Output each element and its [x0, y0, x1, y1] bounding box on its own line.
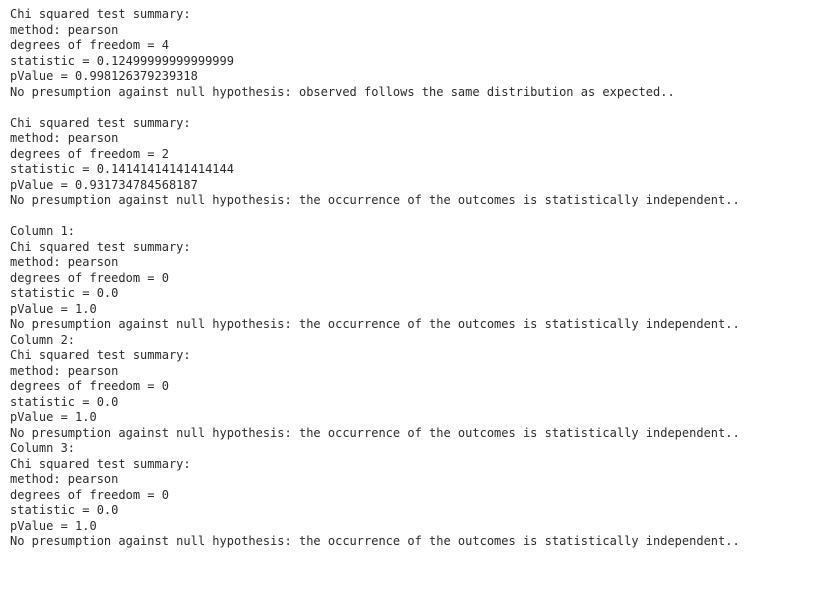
console-line: statistic = 0.0 — [10, 394, 119, 409]
console-line: degrees of freedom = 0 — [10, 270, 169, 285]
console-line: method: pearson — [10, 255, 119, 269]
console-output: Chi squared test summary: method: pearson… — [10, 7, 810, 550]
console-line: method: pearson — [10, 131, 119, 145]
console-line: pValue = 1.0 — [10, 518, 97, 533]
console-line: method: pearson — [10, 22, 119, 37]
console-line: Chi squared test summary: — [10, 7, 191, 21]
console-line: Chi squared test summary: — [10, 348, 191, 362]
console-line: pValue = 1.0 — [10, 301, 97, 316]
console-line: statistic = 0.12499999999999999 — [10, 53, 234, 68]
console-line: Column 3: — [10, 441, 76, 455]
console-line: Chi squared test summary: — [10, 115, 191, 130]
console-line: pValue = 0.998126379239318 — [10, 69, 198, 83]
console-line: degrees of freedom = 0 — [10, 379, 169, 393]
console-line: pValue = 1.0 — [10, 410, 97, 424]
console-line: Chi squared test summary: — [10, 456, 191, 471]
console-line: Column 2: — [10, 332, 76, 347]
console-line: No presumption against null hypothesis: … — [10, 425, 740, 440]
console-line: Column 1: — [10, 224, 76, 238]
console-line: No presumption against null hypothesis: … — [10, 193, 740, 207]
console-line: degrees of freedom = 2 — [10, 146, 169, 161]
console-line: method: pearson — [10, 363, 119, 378]
console-line: degrees of freedom = 4 — [10, 38, 169, 52]
console-line: statistic = 0.0 — [10, 503, 119, 517]
console-line: No presumption against null hypothesis: … — [10, 534, 740, 548]
console-line: No presumption against null hypothesis: … — [10, 317, 740, 331]
console-line: statistic = 0.0 — [10, 286, 119, 300]
console-line: degrees of freedom = 0 — [10, 487, 169, 502]
console-line: No presumption against null hypothesis: … — [10, 84, 675, 99]
console-line: method: pearson — [10, 472, 119, 486]
console-line: statistic = 0.14141414141414144 — [10, 162, 234, 176]
console-line: Chi squared test summary: — [10, 239, 191, 254]
console-line: pValue = 0.931734784568187 — [10, 177, 198, 192]
